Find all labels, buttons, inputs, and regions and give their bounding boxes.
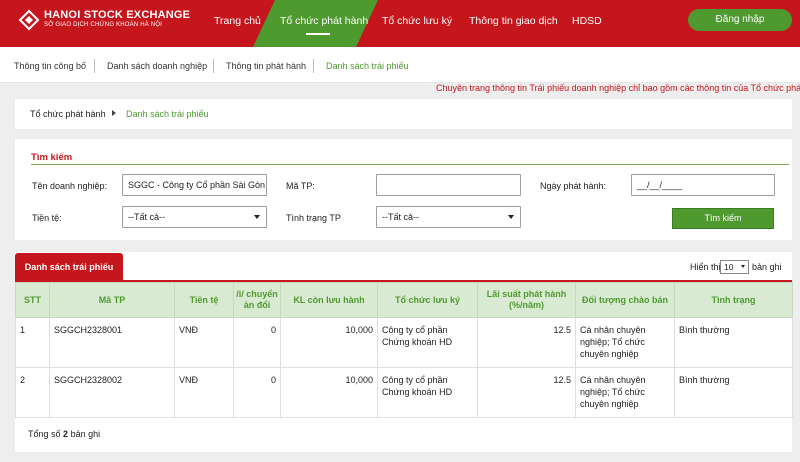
subnav-divider xyxy=(94,59,95,73)
announcement-marquee: Chuyên trang thông tin Trái phiếu doanh … xyxy=(436,83,800,93)
page-size-label: Hiển thị xyxy=(690,262,721,272)
total-suffix: bản ghi xyxy=(70,429,101,439)
column-header[interactable]: Tiền tệ xyxy=(174,282,234,318)
breadcrumb-arrow-icon xyxy=(112,110,116,116)
cell-outstanding: 10,000 xyxy=(280,317,378,368)
cell-depository: Công ty cổ phần Chứng khoán HD xyxy=(377,317,478,368)
page-size-value: 10 xyxy=(724,262,734,272)
column-header[interactable]: STT xyxy=(15,282,50,318)
subnav-divider xyxy=(313,59,314,73)
bond-status-label: Tình trạng TP xyxy=(286,213,341,223)
nav-trading-info[interactable]: Thông tin giao dịch xyxy=(469,0,558,47)
company-input[interactable]: SGGC - Công ty Cổ phần Sài Gòn xyxy=(122,174,267,196)
cell-offer-target: Cá nhân chuyên nghiệp; Tổ chức chuyên ng… xyxy=(575,317,675,368)
cell-interest-rate: 12.5 xyxy=(477,317,576,368)
cell-bond-code[interactable]: SGGCH2328001 xyxy=(49,317,175,368)
subnav-bond-list[interactable]: Danh sách trái phiếu xyxy=(326,61,409,71)
cell-bond-code[interactable]: SGGCH2328002 xyxy=(49,367,175,418)
column-header[interactable]: Tình trạng xyxy=(674,282,793,318)
subnav-issuance-info[interactable]: Thông tin phát hành xyxy=(226,61,306,71)
top-header: HANOI STOCK EXCHANGE SỞ GIAO DỊCH CHỨNG … xyxy=(0,0,800,47)
logo-title: HANOI STOCK EXCHANGE xyxy=(44,9,191,21)
chevron-down-icon xyxy=(254,215,260,219)
nav-depository[interactable]: Tổ chức lưu ký xyxy=(382,0,452,47)
tab-bond-list[interactable]: Danh sách trái phiếu xyxy=(15,253,123,281)
chevron-down-icon xyxy=(508,215,514,219)
issue-date-label: Ngày phát hành: xyxy=(540,181,607,191)
cell-stt: 1 xyxy=(15,317,50,368)
chevron-down-icon xyxy=(741,265,745,268)
cell-outstanding: 10,000 xyxy=(280,367,378,418)
total-prefix: Tổng số xyxy=(28,429,61,439)
currency-select[interactable]: --Tất cả-- xyxy=(122,206,267,228)
column-header[interactable]: Tổ chức lưu ký xyxy=(377,282,478,318)
breadcrumb: Tổ chức phát hành Danh sách trái phiếu xyxy=(15,99,792,129)
cell-currency: VNĐ xyxy=(174,317,234,368)
issue-date-input[interactable]: __/__/____ xyxy=(631,174,775,196)
breadcrumb-parent[interactable]: Tổ chức phát hành xyxy=(30,99,106,129)
login-button[interactable]: Đăng nhập xyxy=(688,9,792,31)
nav-active-underline xyxy=(306,33,330,35)
column-header[interactable]: Lãi suất phát hành (%/năm) xyxy=(477,282,576,318)
page-size-select[interactable]: 10 xyxy=(720,260,749,274)
column-header[interactable]: Đối tượng chào bán xyxy=(575,282,675,318)
cell-status: Bình thường xyxy=(674,367,793,418)
bond-code-label: Mã TP: xyxy=(286,181,315,191)
total-count: 2 xyxy=(63,429,69,439)
total-records: Tổng số 2 bản ghi xyxy=(28,429,100,439)
bond-status-select-value: --Tất cả-- xyxy=(382,212,419,222)
hnx-logo[interactable]: HANOI STOCK EXCHANGE SỞ GIAO DỊCH CHỨNG … xyxy=(18,9,190,39)
column-header[interactable]: KL còn lưu hành xyxy=(280,282,378,318)
cell-currency: VNĐ xyxy=(174,367,234,418)
column-header[interactable]: Mã TP xyxy=(49,282,175,318)
records-label: bản ghi xyxy=(752,262,782,272)
cell-stt: 2 xyxy=(15,367,50,418)
search-button[interactable]: Tìm kiếm xyxy=(672,208,774,229)
column-header[interactable]: /i/ chuyển ản đổi xyxy=(233,282,281,318)
table-row[interactable]: 2 SGGCH2328002 VNĐ 0 10,000 Công ty cổ p… xyxy=(15,367,793,418)
cell-offer-target: Cá nhân chuyên nghiệp; Tổ chức chuyên ng… xyxy=(575,367,675,418)
cell-convertible: 0 xyxy=(233,367,281,418)
table-header-row: STT Mã TP Tiền tệ /i/ chuyển ản đổi KL c… xyxy=(15,282,793,318)
nav-guide[interactable]: HDSD xyxy=(572,0,602,47)
subnav-divider xyxy=(213,59,214,73)
company-label: Tên doanh nghiệp: xyxy=(32,181,108,191)
cell-convertible: 0 xyxy=(233,317,281,368)
cell-depository: Công ty cổ phần Chứng khoán HD xyxy=(377,367,478,418)
table-row[interactable]: 1 SGGCH2328001 VNĐ 0 10,000 Công ty cổ p… xyxy=(15,317,793,368)
currency-label: Tiền tệ: xyxy=(32,213,62,223)
cell-interest-rate: 12.5 xyxy=(477,367,576,418)
bond-table: STT Mã TP Tiền tệ /i/ chuyển ản đổi KL c… xyxy=(15,282,793,418)
search-divider xyxy=(31,164,789,165)
breadcrumb-current: Danh sách trái phiếu xyxy=(126,109,209,119)
sub-navigation: Thông tin công bố Danh sách doanh nghiệp… xyxy=(0,47,800,83)
currency-select-value: --Tất cả-- xyxy=(128,212,165,222)
search-title: Tìm kiếm xyxy=(31,152,73,163)
subnav-companies[interactable]: Danh sách doanh nghiệp xyxy=(107,61,207,71)
logo-subtitle: SỞ GIAO DỊCH CHỨNG KHOÁN HÀ NỘI xyxy=(44,22,163,28)
bond-status-select[interactable]: --Tất cả-- xyxy=(376,206,521,228)
bond-code-input[interactable] xyxy=(376,174,521,196)
subnav-disclosure[interactable]: Thông tin công bố xyxy=(14,61,86,71)
cell-status: Bình thường xyxy=(674,317,793,368)
hnx-logo-icon xyxy=(18,9,40,31)
nav-issuer[interactable]: Tổ chức phát hành xyxy=(280,0,368,47)
